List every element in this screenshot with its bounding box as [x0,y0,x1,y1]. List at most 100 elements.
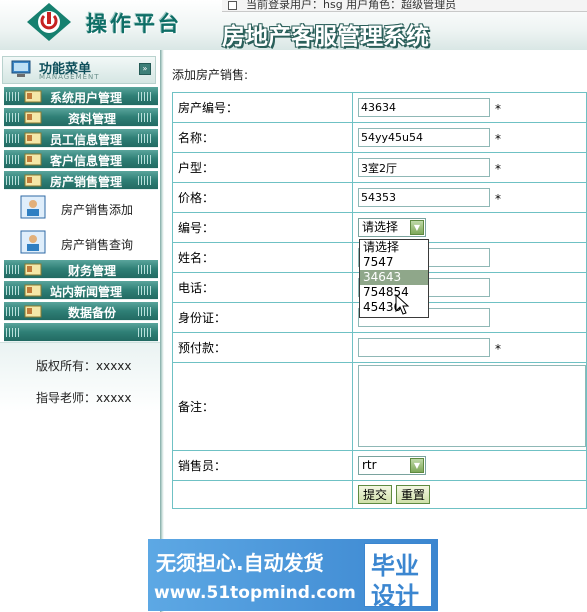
decor-stripes [138,307,152,316]
form-row-deposit: 预付款： * [172,332,587,363]
field-label: 姓名： [172,242,353,273]
decor-stripes [6,92,20,101]
decor-stripes [6,286,20,295]
login-status-text: 当前登录用户：hsg 用户角色：超级管理员 [246,0,457,11]
form-row-property-no: 房产编号： * [172,92,587,123]
sidebar-item-materials[interactable]: 资料管理 [4,108,158,127]
page-title: 添加房产销售: [172,68,249,82]
notes-textarea[interactable] [358,365,586,447]
form-row-price: 价格： * [172,182,587,213]
card-icon [24,90,42,103]
card-icon [24,174,42,187]
sidebar-item-news[interactable]: 站内新闻管理 [4,281,158,300]
banner-slogan: 无须担心.自动发货 [156,551,324,575]
form-row-layout: 户型： * [172,152,587,183]
field-label: 价格： [172,182,353,213]
sub-item-sales-query[interactable]: 房产销售查询 [16,228,156,260]
field-cell: 请选择 ▼ [352,212,587,243]
card-icon [24,263,42,276]
code-select-value: 请选择 [362,220,399,234]
decor-stripes [6,155,20,164]
card-icon [24,305,42,318]
decor-stripes [138,155,152,164]
sidebar-item-label: 房产销售管理 [50,175,123,189]
deposit-input[interactable] [358,338,490,357]
sidebar: 功能菜单 MANAGEMENT » 系统用户管理 资料管理 员工信息管理 客户信… [0,50,160,612]
code-select[interactable]: 请选择 ▼ [358,218,426,237]
required-mark: * [495,342,501,356]
layout-input[interactable] [358,158,490,177]
field-cell: * [352,92,587,123]
decor-stripes [138,92,152,101]
field-cell: rtr ▼ [352,450,587,481]
decor-stripes [138,113,152,122]
copyright-text: 版权所有：xxxxx [36,359,132,373]
salesperson-select-value: rtr [362,458,377,472]
field-label: 户型： [172,152,353,183]
field-label: 身份证： [172,302,353,333]
dropdown-option[interactable]: 754854 [360,285,428,300]
dropdown-option[interactable]: 请选择 [360,240,428,255]
sidebar-item-backup[interactable]: 数据备份 [4,302,158,321]
sidebar-item-label: 站内新闻管理 [50,285,123,299]
dropdown-option[interactable]: 45436 [360,300,428,315]
sidebar-footer: 版权所有：xxxxx 指导老师：xxxxx [0,342,160,412]
brand-title: 操作平台 [86,11,182,36]
collapse-toggle-icon[interactable]: » [139,63,151,75]
submit-button[interactable]: 提交 [358,485,393,504]
form-row-name: 名称： * [172,122,587,153]
field-cell: * [352,182,587,213]
field-label: 销售员： [172,450,353,481]
system-title: 房地产客服管理系统 [222,23,429,50]
banner-url: www.51topmind.com [154,583,356,603]
sidebar-item-system-users[interactable]: 系统用户管理 [4,87,158,106]
field-label: 电话： [172,272,353,303]
decor-stripes [138,286,152,295]
sidebar-item-label: 数据备份 [68,306,117,320]
card-icon [24,284,42,297]
reset-button[interactable]: 重置 [396,485,431,504]
form-row-salesperson: 销售员： rtr ▼ [172,450,587,481]
dropdown-option[interactable]: 7547 [360,255,428,270]
field-cell: * [352,122,587,153]
property-no-input[interactable] [358,98,490,117]
sidebar-divider [160,50,164,612]
chevron-down-icon[interactable]: ▼ [410,220,424,235]
sidebar-item-label: 系统用户管理 [50,91,123,105]
menu-subtitle: MANAGEMENT [39,73,100,81]
sub-item-label: 房产销售查询 [61,238,134,252]
form-row-notes: 备注： [172,362,587,451]
field-label: 名称： [172,122,353,153]
menu-header: 功能菜单 MANAGEMENT » [2,56,156,84]
decor-stripes [138,134,152,143]
user-card-icon [20,230,46,254]
chevron-down-icon[interactable]: ▼ [410,458,424,473]
required-mark: * [495,102,501,116]
sidebar-item-customers[interactable]: 客户信息管理 [4,150,158,169]
decor-stripes [6,134,20,143]
decor-stripes [6,328,20,337]
form-row-actions: 提交 重置 [172,480,587,509]
sub-item-sales-add[interactable]: 房产销售添加 [16,193,156,225]
sidebar-item-finance[interactable]: 财务管理 [4,260,158,279]
top-status-bar: 当前登录用户：hsg 用户角色：超级管理员 [222,0,587,12]
sidebar-item-label: 员工信息管理 [50,133,123,147]
bank-logo-icon [27,3,71,41]
sidebar-item-label: 客户信息管理 [50,154,123,168]
required-mark: * [495,132,501,146]
field-label: 房产编号： [172,92,353,123]
price-input[interactable] [358,188,490,207]
card-icon [24,153,42,166]
decor-stripes [138,328,152,337]
sidebar-item-label: 财务管理 [68,264,117,278]
salesperson-select[interactable]: rtr ▼ [358,456,426,475]
mouse-pointer-icon [395,294,410,315]
form-row-code: 编号： 请选择 ▼ [172,212,587,243]
sidebar-blank-bar [4,323,158,342]
sidebar-item-employees[interactable]: 员工信息管理 [4,129,158,148]
decor-stripes [138,176,152,185]
name-input[interactable] [358,128,490,147]
user-card-icon [20,195,46,219]
dropdown-option-highlighted[interactable]: 34643 [360,270,428,285]
sidebar-item-property-sales[interactable]: 房产销售管理 [4,171,158,190]
